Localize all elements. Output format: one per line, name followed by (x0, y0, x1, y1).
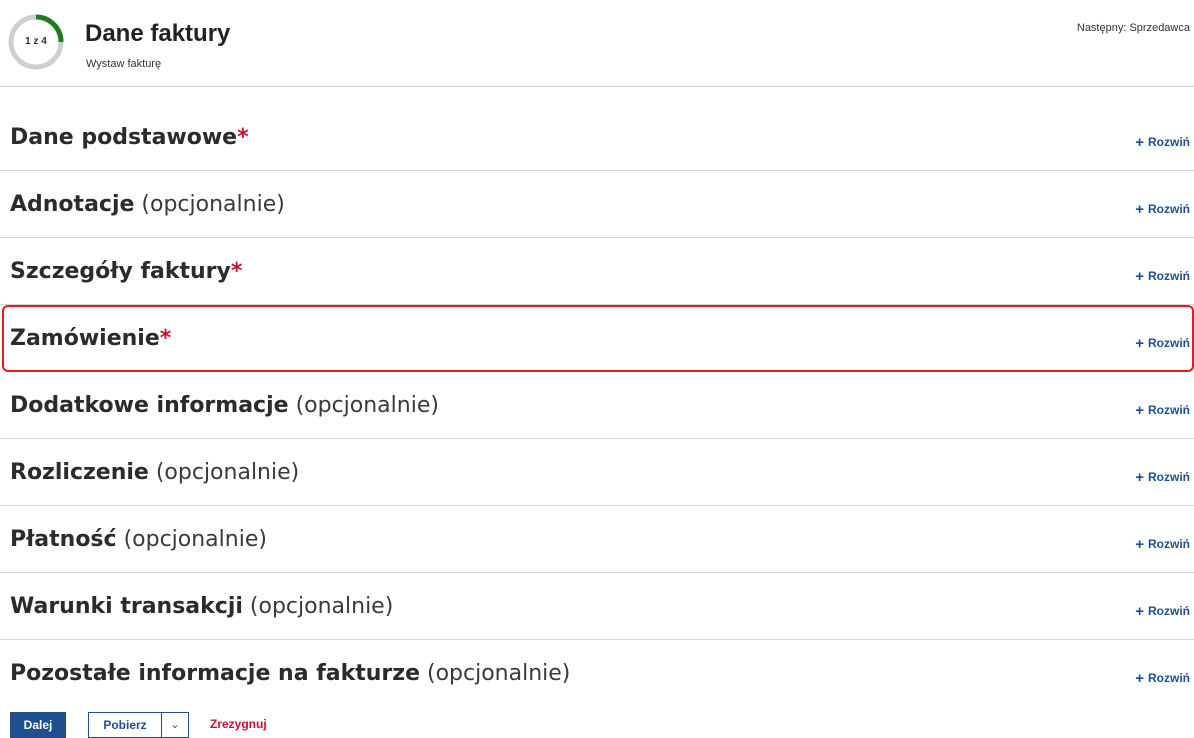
section-dane-podstawowe[interactable]: Dane podstawowe* + Rozwiń (0, 104, 1194, 171)
optional-label: (opcjonalnie) (155, 460, 300, 485)
section-title: Rozliczenie (10, 460, 149, 485)
plus-icon: + (1135, 536, 1144, 553)
chevron-down-icon[interactable]: ⌄ (161, 713, 188, 737)
step-progress-ring: 1 z 4 (6, 12, 66, 72)
section-dodatkowe-informacje[interactable]: Dodatkowe informacje (opcjonalnie) + Rozw… (0, 372, 1194, 439)
step-counter: 1 z 4 (25, 36, 47, 47)
required-marker: * (159, 326, 172, 351)
section-title: Szczegóły faktury (10, 259, 231, 284)
invoice-sections: Dane podstawowe* + Rozwiń Adnotacje (opcj… (0, 104, 1194, 706)
plus-icon: + (1135, 670, 1144, 687)
optional-label: (opcjonalnie) (249, 594, 394, 619)
next-button[interactable]: Dalej (10, 712, 66, 738)
plus-icon: + (1135, 335, 1144, 352)
expand-button[interactable]: + Rozwiń (1135, 669, 1190, 687)
required-marker: * (230, 259, 243, 284)
download-split-button: Pobierz ⌄ (88, 712, 189, 738)
optional-label: (opcjonalnie) (427, 661, 571, 686)
section-title: Adnotacje (10, 192, 135, 217)
expand-label: Rozwiń (1148, 403, 1190, 417)
section-title: Dodatkowe informacje (10, 393, 289, 418)
section-title: Warunki transakcji (10, 594, 243, 619)
section-title: Zamówienie (10, 326, 160, 351)
section-pozostale-informacje[interactable]: Pozostałe informacje na fakturze (opcjon… (0, 640, 1194, 706)
section-warunki-transakcji[interactable]: Warunki transakcji (opcjonalnie) + Rozwiń (0, 573, 1194, 640)
section-heading: Płatność (opcjonalnie) (10, 527, 267, 552)
section-platnosc[interactable]: Płatność (opcjonalnie) + Rozwiń (0, 506, 1194, 573)
optional-label: (opcjonalnie) (295, 393, 439, 418)
expand-button[interactable]: + Rozwiń (1135, 334, 1190, 352)
section-heading: Warunki transakcji (opcjonalnie) (10, 594, 393, 619)
section-heading: Pozostałe informacje na fakturze (opcjon… (10, 661, 570, 686)
page-header: 1 z 4 Dane faktury Wystaw fakturę Następ… (0, 0, 1194, 87)
page-subtitle: Wystaw fakturę (86, 58, 162, 70)
expand-button[interactable]: + Rozwiń (1135, 401, 1190, 419)
download-button[interactable]: Pobierz (89, 713, 161, 737)
section-heading: Dodatkowe informacje (opcjonalnie) (10, 393, 439, 418)
section-szczegoly-faktury[interactable]: Szczegóły faktury* + Rozwiń (0, 238, 1194, 305)
plus-icon: + (1135, 201, 1144, 218)
section-title: Pozostałe informacje na fakturze (10, 661, 420, 686)
expand-label: Rozwiń (1148, 604, 1190, 618)
expand-button[interactable]: + Rozwiń (1135, 468, 1190, 486)
section-title: Dane podstawowe (10, 125, 238, 150)
page-title: Dane faktury (85, 20, 231, 47)
plus-icon: + (1135, 469, 1144, 486)
section-heading: Dane podstawowe* (10, 125, 249, 150)
required-marker: * (237, 125, 249, 150)
expand-button[interactable]: + Rozwiń (1135, 602, 1190, 620)
optional-label: (opcjonalnie) (141, 192, 285, 217)
plus-icon: + (1135, 603, 1144, 620)
cancel-link[interactable]: Zrezygnuj (210, 717, 267, 731)
plus-icon: + (1135, 402, 1144, 419)
expand-label: Rozwiń (1148, 470, 1190, 484)
expand-label: Rozwiń (1148, 269, 1190, 283)
expand-label: Rozwiń (1148, 135, 1190, 149)
section-zamowienie[interactable]: Zamówienie* + Rozwiń (2, 305, 1194, 372)
section-adnotacje[interactable]: Adnotacje (opcjonalnie) + Rozwiń (0, 171, 1194, 238)
section-heading: Adnotacje (opcjonalnie) (10, 192, 285, 217)
section-heading: Rozliczenie (opcjonalnie) (10, 460, 299, 485)
expand-button[interactable]: + Rozwiń (1135, 133, 1190, 151)
expand-button[interactable]: + Rozwiń (1135, 267, 1190, 285)
next-step-label: Następny: Sprzedawca (1076, 22, 1190, 34)
expand-button[interactable]: + Rozwiń (1135, 535, 1190, 553)
section-title: Płatność (10, 527, 117, 552)
plus-icon: + (1135, 268, 1144, 285)
expand-label: Rozwiń (1148, 202, 1190, 216)
optional-label: (opcjonalnie) (123, 527, 267, 552)
section-heading: Szczegóły faktury* (10, 259, 242, 284)
expand-label: Rozwiń (1148, 671, 1190, 685)
expand-button[interactable]: + Rozwiń (1135, 200, 1190, 218)
expand-label: Rozwiń (1148, 537, 1190, 551)
expand-label: Rozwiń (1148, 336, 1190, 350)
section-heading: Zamówienie* (10, 326, 171, 351)
section-rozliczenie[interactable]: Rozliczenie (opcjonalnie) + Rozwiń (0, 439, 1194, 506)
plus-icon: + (1135, 134, 1144, 151)
